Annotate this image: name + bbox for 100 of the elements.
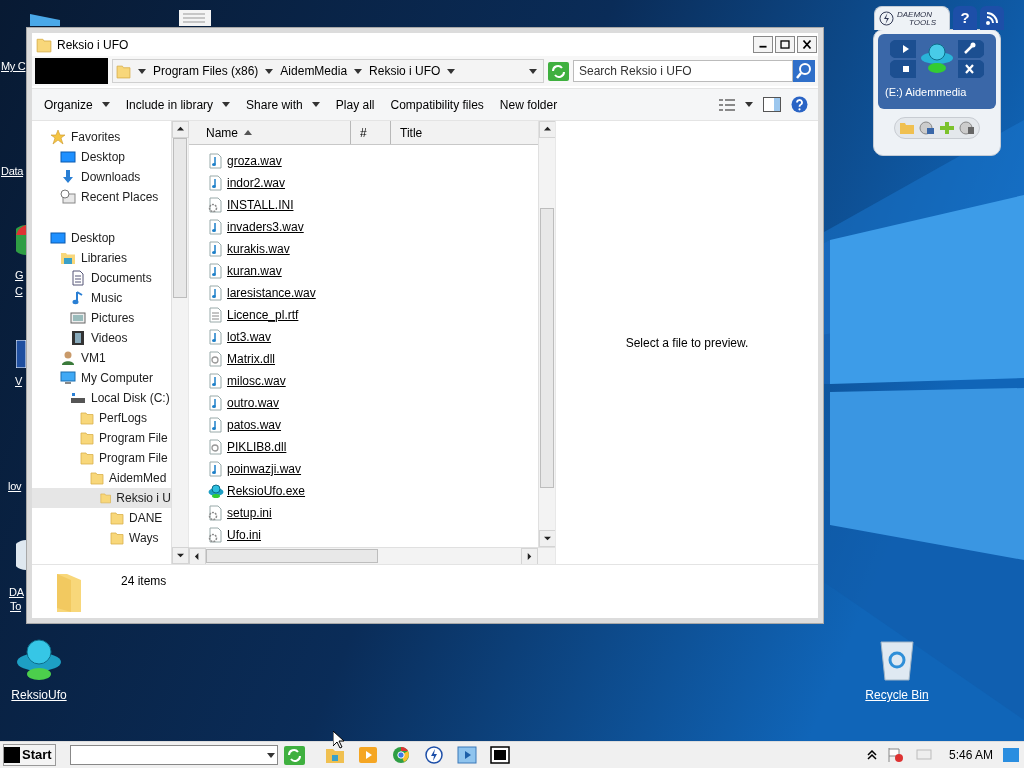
nav-item[interactable]: Desktop xyxy=(32,147,171,167)
toolbar-button[interactable]: Share with xyxy=(240,92,326,117)
desktop-icon-label[interactable]: My C xyxy=(1,58,26,75)
file-name[interactable]: laresistance.wav xyxy=(227,284,316,302)
address-combo[interactable] xyxy=(69,745,278,765)
desktop-icon-label[interactable]: G xyxy=(15,267,24,284)
folder-icon[interactable] xyxy=(324,746,345,764)
desktop-icon-label[interactable]: V xyxy=(15,373,23,390)
desktop-icon-label[interactable]: To xyxy=(10,598,22,615)
file-name[interactable]: outro.wav xyxy=(227,394,280,412)
nav-item[interactable]: Pictures xyxy=(32,308,171,328)
help-icon[interactable] xyxy=(791,96,808,113)
file-name[interactable]: invaders3.wav xyxy=(227,218,304,236)
media-icon[interactable] xyxy=(456,746,477,764)
nav-item[interactable]: Program File xyxy=(32,448,171,468)
scroll-thumb[interactable] xyxy=(173,138,187,298)
help-tab[interactable]: ? xyxy=(953,6,977,30)
breadcrumb[interactable]: Reksio i UFO xyxy=(369,62,441,80)
column-header[interactable]: Title xyxy=(391,121,538,144)
close-button[interactable] xyxy=(958,60,984,78)
trash-bin-icon[interactable] xyxy=(877,638,917,682)
address-bar[interactable]: Program Files (x86) AidemMedia Reksio i UFO xyxy=(112,59,544,83)
refresh-icon[interactable] xyxy=(548,61,569,81)
scroll-thumb[interactable] xyxy=(206,549,378,563)
minimize-button[interactable] xyxy=(753,36,773,53)
desktop-icon-label[interactable]: ReksioUfo xyxy=(11,686,67,704)
toolbar-button[interactable]: Play all xyxy=(329,92,381,117)
file-name[interactable]: Ufo.ini xyxy=(227,526,261,544)
vertical-scrollbar[interactable] xyxy=(171,121,188,564)
view-list-icon[interactable] xyxy=(719,98,735,111)
nav-item[interactable]: Documents xyxy=(32,268,171,288)
desktop-icon-label[interactable]: Recycle Bin xyxy=(865,686,929,704)
desktop-icon-label[interactable]: lov xyxy=(8,478,22,495)
audio-file-icon xyxy=(208,285,224,301)
file-name[interactable]: groza.wav xyxy=(227,152,282,170)
nav-item[interactable]: Downloads xyxy=(32,167,171,187)
maximize-button[interactable] xyxy=(775,36,795,53)
breadcrumb[interactable]: Program Files (x86) xyxy=(153,62,259,80)
desktop-icon-label[interactable]: DA xyxy=(9,584,24,601)
file-name[interactable]: patos.wav xyxy=(227,416,282,434)
ufo-icon[interactable] xyxy=(15,636,63,682)
close-button[interactable] xyxy=(797,36,817,53)
toolbar-button[interactable]: Organize xyxy=(38,92,116,117)
nav-item[interactable]: AidemMed xyxy=(32,468,171,488)
toolbar-button[interactable]: Compatibility files xyxy=(384,92,490,117)
vertical-scrollbar[interactable] xyxy=(538,121,555,547)
nav-item[interactable]: Libraries xyxy=(32,248,171,268)
play-button[interactable] xyxy=(890,40,916,58)
nav-item[interactable]: My Computer xyxy=(32,368,171,388)
desktop-icon-label[interactable]: C xyxy=(15,283,23,300)
column-header[interactable]: Name xyxy=(189,121,351,144)
wrench-button[interactable] xyxy=(958,40,984,58)
file-name[interactable]: setup.ini xyxy=(227,504,272,522)
column-header[interactable]: # xyxy=(351,121,391,144)
file-name[interactable]: Matrix.dll xyxy=(227,350,275,368)
file-name[interactable]: indor2.wav xyxy=(227,174,286,192)
folder-icon xyxy=(116,62,131,80)
nav-item[interactable]: Videos xyxy=(32,328,171,348)
settings-file-icon xyxy=(208,197,224,213)
stop-button[interactable] xyxy=(890,60,916,78)
chevron-up-icon[interactable] xyxy=(866,750,877,760)
flag-icon[interactable] xyxy=(886,747,905,763)
file-name[interactable]: ReksioUfo.exe xyxy=(227,482,306,500)
search-icon[interactable] xyxy=(793,60,815,82)
toolbar-button[interactable]: Include in library xyxy=(119,92,237,117)
file-name[interactable]: PIKLIB8.dll xyxy=(227,438,287,456)
nav-item[interactable]: Local Disk (C:) xyxy=(32,388,171,408)
refresh-icon[interactable] xyxy=(283,745,305,765)
recent-places-icon xyxy=(60,189,76,205)
gears-file-icon xyxy=(208,351,224,367)
nav-item[interactable]: Music xyxy=(32,288,171,308)
file-name[interactable]: lot3.wav xyxy=(227,328,272,346)
clock[interactable]: 5:46 AM xyxy=(948,746,993,764)
nav-item[interactable]: VM1 xyxy=(32,348,171,368)
file-name[interactable]: kuran.wav xyxy=(227,262,282,280)
search-field[interactable]: Search Reksio i UFO xyxy=(573,60,793,82)
file-name[interactable]: milosc.wav xyxy=(227,372,286,390)
nav-item[interactable]: PerfLogs xyxy=(32,408,171,428)
desktop-icon-label[interactable]: Data xyxy=(1,163,24,180)
toolbar-button[interactable]: New folder xyxy=(493,92,564,117)
rss-icon[interactable] xyxy=(980,6,1004,30)
nav-item[interactable]: Program File xyxy=(32,428,171,448)
horizontal-scrollbar[interactable] xyxy=(189,547,555,564)
file-name[interactable]: kurakis.wav xyxy=(227,240,290,258)
folder-icon xyxy=(80,431,94,445)
breadcrumb[interactable]: AidemMedia xyxy=(280,62,348,80)
nav-item[interactable]: Reksio i U xyxy=(32,488,171,508)
nav-item[interactable]: Favorites xyxy=(32,127,171,147)
file-name[interactable]: Licence_pl.rtf xyxy=(227,306,299,324)
nav-item[interactable]: Recent Places xyxy=(32,187,171,207)
preview-pane-icon[interactable] xyxy=(763,97,781,112)
archive-icon[interactable] xyxy=(489,746,510,764)
nav-item[interactable]: DANE xyxy=(32,508,171,528)
scroll-thumb[interactable] xyxy=(540,208,554,488)
file-name[interactable]: INSTALL.INI xyxy=(227,196,294,214)
nav-item[interactable]: Ways xyxy=(32,528,171,548)
file-name[interactable]: poinwazji.wav xyxy=(227,460,302,478)
start-button[interactable]: Start xyxy=(3,744,56,766)
nav-item[interactable]: Desktop xyxy=(32,228,171,248)
lightning-icon[interactable] xyxy=(423,746,444,764)
